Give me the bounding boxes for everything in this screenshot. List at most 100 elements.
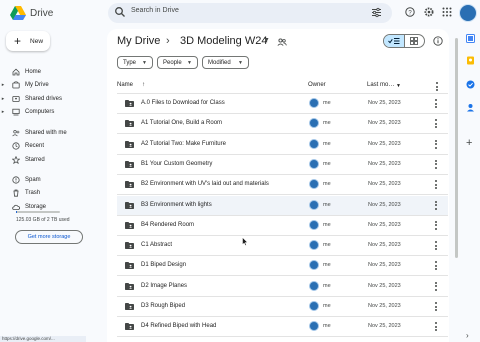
- shared-folder-icon: [125, 242, 134, 250]
- search-options-icon[interactable]: [371, 7, 382, 18]
- owner-avatar: [309, 219, 319, 230]
- file-name: D3 Rough Biped: [141, 303, 186, 309]
- expand-caret-icon[interactable]: ▸: [0, 82, 6, 88]
- file-modified-date: Nov 25, 2023: [368, 303, 401, 309]
- scrollbar-thumb[interactable]: [455, 38, 458, 258]
- grid-view-button[interactable]: [405, 35, 425, 47]
- modified-filter-chip[interactable]: Modified ▼: [202, 56, 249, 69]
- owner-avatar: [309, 301, 319, 311]
- file-name: C1 Abstract: [141, 242, 173, 249]
- owner-column-header[interactable]: Owner: [308, 82, 326, 88]
- info-icon[interactable]: [433, 36, 443, 46]
- file-name: A1 Tutorial One, Build a Room: [141, 120, 223, 127]
- file-row[interactable]: A.0 Files to Download for Class me Nov 25,…: [117, 94, 448, 114]
- more-actions-icon[interactable]: [433, 98, 439, 109]
- file-modified-date: Nov 25, 2023: [368, 201, 401, 208]
- calendar-icon[interactable]: [466, 34, 475, 43]
- sidebar-item-label: Computers: [25, 109, 55, 115]
- shared-drives-icon: [11, 95, 20, 104]
- star-icon: [11, 156, 20, 165]
- last-modified-caret-icon[interactable]: ▼: [396, 83, 401, 89]
- file-owner: me: [323, 282, 331, 289]
- mouse-cursor-icon: [242, 237, 248, 246]
- owner-avatar: [309, 199, 319, 210]
- more-actions-icon[interactable]: [433, 260, 439, 271]
- spam-icon: [11, 176, 20, 185]
- more-actions-icon[interactable]: [433, 321, 439, 332]
- keep-icon[interactable]: [466, 56, 475, 65]
- sidebar-item-recent-clock[interactable]: Recent: [0, 140, 104, 152]
- breadcrumb-current-folder[interactable]: 3D Modeling W24: [180, 35, 267, 47]
- shared-with-me-icon: [11, 129, 20, 138]
- file-row[interactable]: B2 Environment with UV's laid out and ma…: [117, 175, 448, 196]
- expand-caret-icon[interactable]: ▸: [0, 109, 6, 115]
- sidebar-item-spam[interactable]: Spam: [0, 174, 104, 186]
- google-apps-icon[interactable]: [442, 7, 452, 17]
- get-more-storage-button[interactable]: Get more storage: [15, 230, 83, 244]
- file-row[interactable]: D1 Biped Design me Nov 25, 2023: [117, 256, 448, 277]
- sort-ascending-arrow-icon[interactable]: ↑: [142, 82, 145, 88]
- sidebar-item-computer[interactable]: ▸ Computers: [0, 106, 104, 118]
- name-column-header[interactable]: Name: [117, 82, 133, 88]
- contacts-icon[interactable]: [466, 103, 475, 112]
- file-name: B1 Your Custom Geometry: [141, 160, 213, 167]
- file-row[interactable]: C1 Abstract me Nov 25, 2023: [117, 236, 448, 257]
- list-view-button[interactable]: [384, 35, 405, 47]
- file-row[interactable]: B3 Environment with lights me Nov 25, 2023: [117, 195, 448, 216]
- column-options-more-icon[interactable]: [436, 82, 438, 91]
- home-icon: [11, 68, 20, 77]
- shared-folder-icon: [125, 221, 134, 229]
- more-actions-icon[interactable]: [433, 220, 439, 231]
- sidebar-item-label: Storage: [25, 204, 47, 210]
- new-button[interactable]: + New: [6, 31, 50, 51]
- more-actions-icon[interactable]: [433, 200, 439, 211]
- folder-menu-caret-icon[interactable]: ▼: [263, 37, 270, 44]
- file-row[interactable]: A1 Tutorial One, Build a Room me Nov 25, 2…: [117, 114, 448, 135]
- last-modified-column-header[interactable]: Last mo…: [367, 82, 394, 88]
- sidebar-item-label: Starred: [25, 157, 45, 163]
- shared-folder-people-icon[interactable]: [277, 37, 287, 47]
- sidebar-item-star[interactable]: Starred: [0, 154, 104, 166]
- more-actions-icon[interactable]: [433, 240, 439, 251]
- breadcrumb-my-drive[interactable]: My Drive: [117, 35, 160, 47]
- more-actions-icon[interactable]: [433, 139, 439, 150]
- tasks-icon[interactable]: [466, 80, 475, 89]
- file-name: B3 Environment with lights: [141, 201, 212, 208]
- file-modified-date: Nov 25, 2023: [368, 262, 401, 269]
- shared-folder-icon: [125, 323, 134, 331]
- show-side-panel-chevron-icon[interactable]: ›: [466, 331, 475, 340]
- account-avatar[interactable]: [459, 4, 477, 22]
- owner-avatar: [309, 240, 319, 251]
- file-row[interactable]: D4 Refined Biped with Head me Nov 25, 2023: [117, 317, 448, 338]
- more-actions-icon[interactable]: [433, 179, 439, 190]
- file-row[interactable]: B4 Rendered Room me Nov 25, 2023: [117, 216, 448, 236]
- sidebar-item-label: Home: [25, 69, 42, 75]
- search-input[interactable]: Search in Drive: [131, 7, 179, 14]
- sidebar-item-shared-drives[interactable]: ▸ Shared drives: [0, 93, 104, 105]
- sidebar-item-my-drive[interactable]: ▸ My Drive: [0, 79, 104, 91]
- more-actions-icon[interactable]: [433, 281, 439, 292]
- search-icon[interactable]: [114, 6, 126, 18]
- file-row[interactable]: B1 Your Custom Geometry me Nov 25, 2023: [117, 155, 448, 175]
- people-filter-label: People: [163, 59, 182, 66]
- people-filter-chip[interactable]: People ▼: [157, 56, 198, 69]
- more-actions-icon[interactable]: [433, 159, 439, 170]
- expand-caret-icon[interactable]: ▸: [0, 96, 6, 102]
- settings-gear-icon[interactable]: [424, 7, 434, 17]
- file-row[interactable]: D2 Image Planes me Nov 25, 2023: [117, 277, 448, 297]
- file-row[interactable]: D3 Rough Biped me Nov 25, 2023: [117, 297, 448, 317]
- more-actions-icon[interactable]: [433, 301, 439, 312]
- file-modified-date: Nov 25, 2023: [368, 323, 401, 330]
- file-owner: me: [323, 160, 331, 167]
- help-icon[interactable]: ?: [405, 7, 415, 17]
- file-owner: me: [323, 140, 331, 147]
- more-actions-icon[interactable]: [433, 118, 439, 129]
- sidebar-item-shared-with-me[interactable]: Shared with me: [0, 127, 104, 139]
- sidebar-item-home[interactable]: Home: [0, 66, 104, 78]
- file-name: A2 Tutorial Two: Make Furniture: [141, 140, 226, 147]
- file-row[interactable]: A2 Tutorial Two: Make Furniture me Nov 25,…: [117, 135, 448, 155]
- drive-logo[interactable]: Drive: [10, 4, 62, 22]
- sidebar-item-trash[interactable]: Trash: [0, 187, 104, 199]
- type-filter-chip[interactable]: Type ▼: [117, 56, 153, 69]
- add-addon-plus-icon[interactable]: +: [466, 138, 475, 149]
